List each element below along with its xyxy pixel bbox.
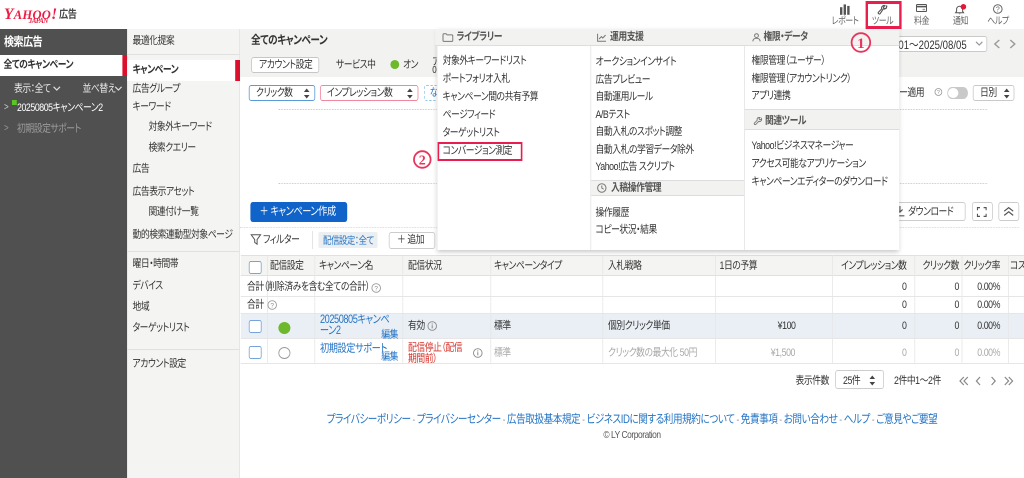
svg-text:2: 2: [419, 153, 426, 168]
svg-text:?: ?: [996, 7, 1000, 14]
svg-text:?: ?: [937, 90, 940, 96]
svg-text:?: ?: [271, 302, 275, 309]
svg-text:?: ?: [375, 285, 379, 292]
svg-text:1: 1: [857, 36, 865, 52]
